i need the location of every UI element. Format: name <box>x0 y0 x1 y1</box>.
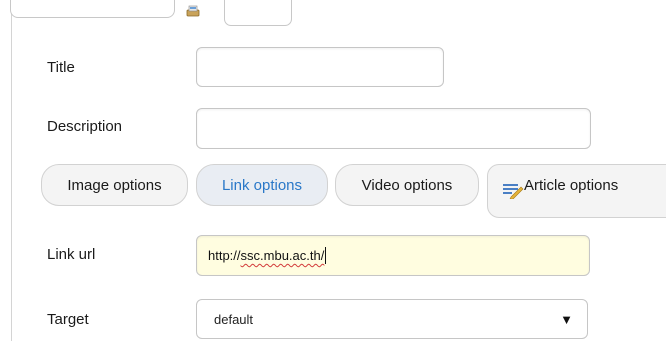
link-url-host: ssc.mbu.ac.th/ <box>240 248 325 263</box>
tab-article-options[interactable]: Article options <box>487 164 666 218</box>
link-url-prefix: http:// <box>208 248 241 263</box>
tab-link-options[interactable]: Link options <box>196 164 328 206</box>
tab-article-label: Article options <box>524 177 619 194</box>
top-small-input[interactable] <box>224 0 292 26</box>
link-url-input[interactable]: http://ssc.mbu.ac.th/ <box>196 235 590 276</box>
description-label: Description <box>47 118 123 135</box>
image-picker-icon[interactable] <box>186 5 200 17</box>
target-label: Target <box>47 311 89 328</box>
tab-image-options[interactable]: Image options <box>41 164 188 206</box>
title-input[interactable] <box>196 47 444 87</box>
target-select[interactable]: default ▼ <box>196 299 588 339</box>
target-select-value: default <box>214 312 254 327</box>
top-input-field[interactable] <box>10 0 175 18</box>
panel-left-border <box>11 0 12 341</box>
link-url-label: Link url <box>47 246 96 263</box>
text-caret <box>325 247 327 264</box>
link-editor-panel: Title Description Image options Link opt… <box>0 0 666 341</box>
tab-video-options[interactable]: Video options <box>335 164 479 206</box>
link-url-value: http://ssc.mbu.ac.th/ <box>208 247 327 264</box>
dropdown-arrow-icon: ▼ <box>560 312 573 327</box>
title-label: Title <box>47 59 75 76</box>
article-pencil-icon <box>503 184 524 199</box>
description-input[interactable] <box>196 108 591 149</box>
